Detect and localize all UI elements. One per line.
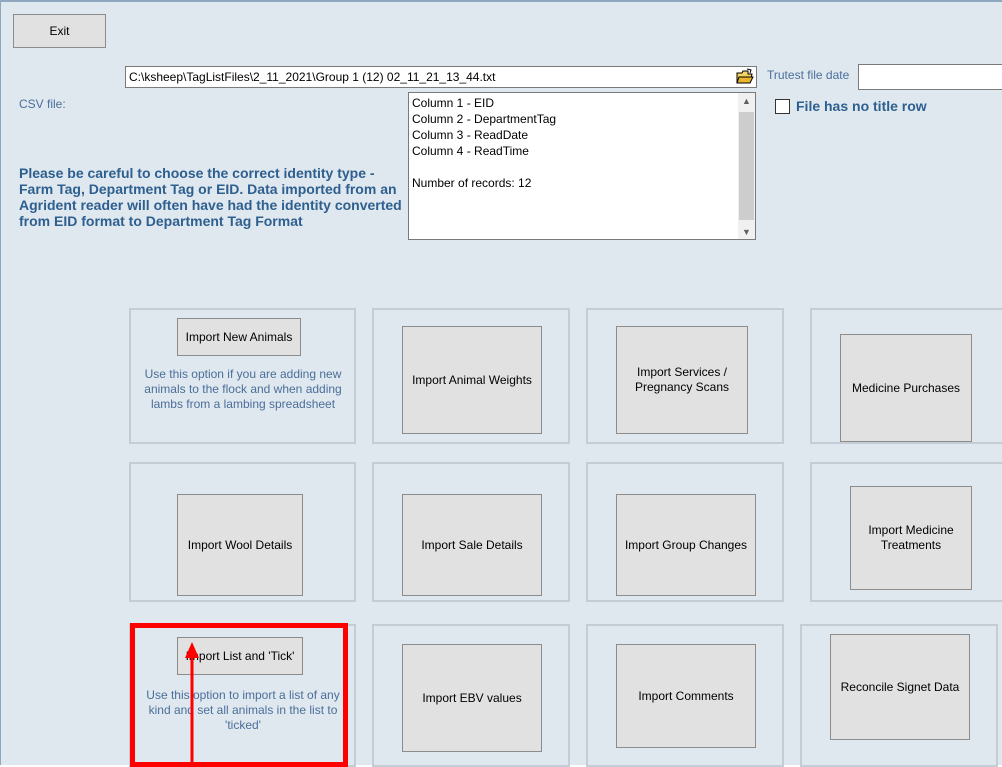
import-comments-button[interactable]: Import Comments bbox=[616, 644, 756, 748]
panel-med-treatments: Import Medicine Treatments bbox=[810, 462, 1002, 602]
import-sale-details-button[interactable]: Import Sale Details bbox=[402, 494, 542, 596]
medicine-purchases-button[interactable]: Medicine Purchases bbox=[840, 334, 972, 442]
scroll-up-icon[interactable]: ▲ bbox=[742, 96, 751, 106]
file-path-field[interactable]: C:\ksheep\TagListFiles\2_11_2021\Group 1… bbox=[125, 66, 757, 88]
import-list-tick-button[interactable]: Import List and 'Tick' bbox=[177, 637, 303, 675]
column-list-line: Column 2 - DepartmentTag bbox=[412, 112, 557, 126]
list-tick-note: Use this option to import a list of any … bbox=[146, 688, 340, 732]
no-title-row-checkbox[interactable] bbox=[775, 99, 790, 114]
panel-weights: Import Animal Weights bbox=[372, 308, 570, 444]
panel-list-tick: Import List and 'Tick' Use this option t… bbox=[129, 624, 356, 767]
exit-button[interactable]: Exit bbox=[13, 14, 106, 48]
panel-wool: Import Wool Details bbox=[129, 462, 356, 602]
import-window: Exit C:\ksheep\TagListFiles\2_11_2021\Gr… bbox=[0, 0, 1002, 767]
import-services-button[interactable]: Import Services / Pregnancy Scans bbox=[616, 326, 748, 434]
columns-list: Column 1 - EID Column 2 - DepartmentTag Co… bbox=[412, 95, 556, 191]
no-title-row-label: File has no title row bbox=[796, 98, 927, 114]
reconcile-signet-data-button[interactable]: Reconcile Signet Data bbox=[830, 634, 970, 740]
csv-file-label: CSV file: bbox=[19, 97, 66, 111]
folder-open-icon[interactable] bbox=[736, 68, 754, 86]
panel-group: Import Group Changes bbox=[586, 462, 784, 602]
scroll-thumb[interactable] bbox=[739, 112, 754, 220]
import-wool-details-button[interactable]: Import Wool Details bbox=[177, 494, 303, 596]
import-ebv-values-button[interactable]: Import EBV values bbox=[402, 644, 542, 752]
import-medicine-treatments-button[interactable]: Import Medicine Treatments bbox=[850, 486, 972, 590]
file-path-value: C:\ksheep\TagListFiles\2_11_2021\Group 1… bbox=[129, 70, 496, 84]
column-list-line: Column 4 - ReadTime bbox=[412, 144, 529, 158]
panel-ebv: Import EBV values bbox=[372, 624, 570, 767]
panel-services: Import Services / Pregnancy Scans bbox=[586, 308, 784, 444]
panel-comments: Import Comments bbox=[586, 624, 784, 767]
panel-sale: Import Sale Details bbox=[372, 462, 570, 602]
panel-signet: Reconcile Signet Data bbox=[800, 624, 998, 767]
new-animals-note: Use this option if you are adding new an… bbox=[144, 367, 342, 411]
column-list-line: Number of records: 12 bbox=[412, 176, 532, 190]
columns-listbox[interactable]: Column 1 - EID Column 2 - DepartmentTag Co… bbox=[408, 92, 756, 240]
identity-warning: Please be careful to choose the correct … bbox=[19, 165, 402, 229]
import-animal-weights-button[interactable]: Import Animal Weights bbox=[402, 326, 542, 434]
panel-new-animals: Import New Animals Use this option if yo… bbox=[129, 308, 356, 444]
import-new-animals-button[interactable]: Import New Animals bbox=[177, 318, 301, 356]
import-group-changes-button[interactable]: Import Group Changes bbox=[616, 494, 756, 596]
panel-med-purchases: Medicine Purchases bbox=[810, 308, 1002, 444]
trutest-date-field[interactable] bbox=[858, 64, 1002, 90]
column-list-line bbox=[412, 159, 556, 175]
trutest-date-label: Trutest file date bbox=[767, 68, 850, 82]
scroll-down-icon[interactable]: ▼ bbox=[742, 227, 751, 237]
column-list-line: Column 3 - ReadDate bbox=[412, 128, 529, 142]
listbox-scrollbar[interactable]: ▲ ▼ bbox=[738, 93, 755, 239]
column-list-line: Column 1 - EID bbox=[412, 96, 495, 110]
